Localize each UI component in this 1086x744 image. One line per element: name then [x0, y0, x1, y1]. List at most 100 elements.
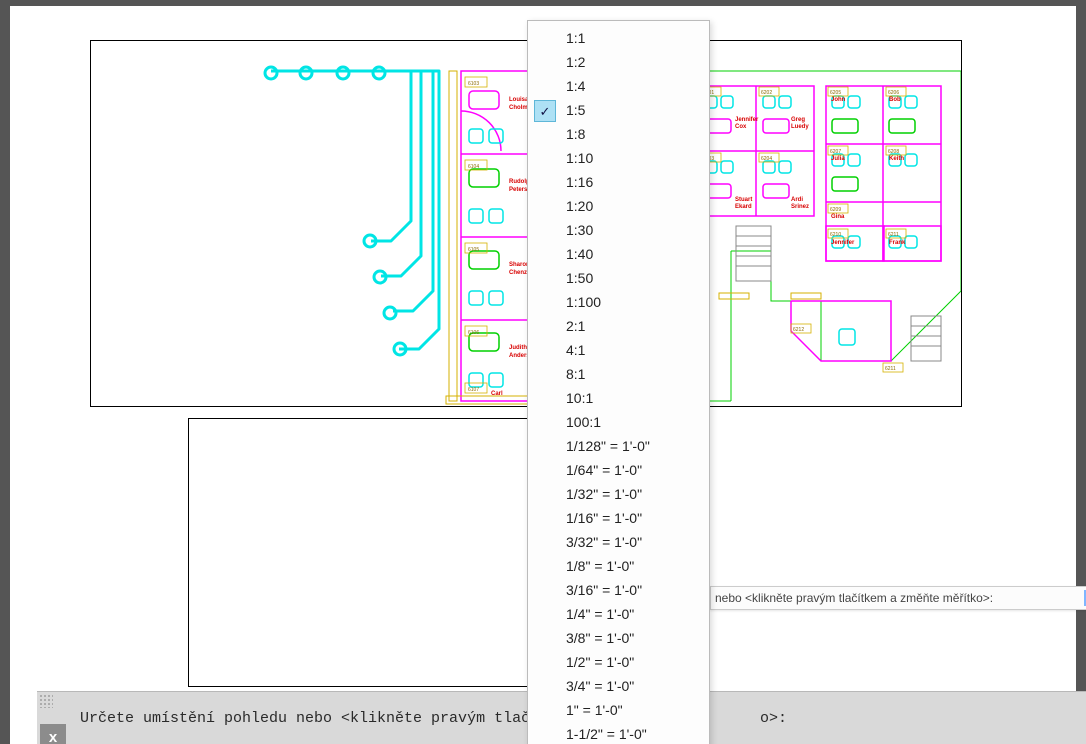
svg-text:6106: 6106	[468, 330, 479, 336]
scale-option-label: 1-1/2" = 1'-0"	[566, 726, 647, 742]
svg-text:6211: 6211	[885, 366, 896, 372]
scale-option-label: 1:30	[566, 222, 593, 238]
svg-text:Keith: Keith	[889, 156, 904, 162]
scale-option-label: 1" = 1'-0"	[566, 702, 623, 718]
scale-option[interactable]: ✓ 1:5	[528, 98, 709, 122]
svg-text:Ekard: Ekard	[735, 204, 752, 210]
dynamic-prompt-tooltip: nebo <klikněte pravým tlačítkem a změňte…	[710, 586, 1086, 610]
scale-option[interactable]: 1-1/2" = 1'-0"	[528, 722, 709, 744]
svg-text:Jennifer: Jennifer	[831, 240, 855, 246]
scale-option-label: 4:1	[566, 342, 585, 358]
scale-option-label: 8:1	[566, 366, 585, 382]
command-close-button[interactable]: x	[40, 724, 66, 744]
scale-option-label: 1/64" = 1'-0"	[566, 462, 642, 478]
scale-option[interactable]: 1/2" = 1'-0"	[528, 650, 709, 674]
grip-icon	[39, 694, 53, 708]
scale-option-label: 3/32" = 1'-0"	[566, 534, 642, 550]
scale-option[interactable]: 1:4	[528, 74, 709, 98]
svg-text:Luedy: Luedy	[791, 124, 809, 130]
scale-option-label: 1/16" = 1'-0"	[566, 510, 642, 526]
scale-option[interactable]: 1:2	[528, 50, 709, 74]
svg-text:6204: 6204	[761, 156, 772, 162]
scale-option[interactable]: 1/128" = 1'-0"	[528, 434, 709, 458]
scale-option[interactable]: 3/32" = 1'-0"	[528, 530, 709, 554]
svg-text:Srinez: Srinez	[791, 204, 809, 210]
scale-option-label: 1:16	[566, 174, 593, 190]
scale-option-label: 1:20	[566, 198, 593, 214]
svg-text:6202: 6202	[761, 90, 772, 96]
scale-option[interactable]: 3/16" = 1'-0"	[528, 578, 709, 602]
floorplan-sheet-1: 6103 LouisaCholms 6104 RudolphPeterson 6…	[91, 41, 961, 406]
scale-option[interactable]: 3/4" = 1'-0"	[528, 674, 709, 698]
svg-text:Ardi: Ardi	[791, 197, 803, 203]
svg-text:Frank: Frank	[889, 240, 906, 246]
scale-option-label: 1:100	[566, 294, 601, 310]
svg-text:6206: 6206	[888, 90, 899, 96]
scale-option-label: 100:1	[566, 414, 601, 430]
scale-option[interactable]: 1:100	[528, 290, 709, 314]
close-icon: x	[49, 729, 57, 744]
scale-option[interactable]: 100:1	[528, 410, 709, 434]
scale-option[interactable]: 1/32" = 1'-0"	[528, 482, 709, 506]
scale-option-label: 1:10	[566, 150, 593, 166]
scale-option[interactable]: 1:30	[528, 218, 709, 242]
scale-option[interactable]: 1/8" = 1'-0"	[528, 554, 709, 578]
scale-option[interactable]: 1" = 1'-0"	[528, 698, 709, 722]
scale-option[interactable]: 1:8	[528, 122, 709, 146]
scale-option-label: 3/16" = 1'-0"	[566, 582, 642, 598]
scale-option-label: 1:8	[566, 126, 585, 142]
scale-option-label: 1/4" = 1'-0"	[566, 606, 634, 622]
tooltip-text: nebo <klikněte pravým tlačítkem a změňte…	[715, 591, 993, 605]
scale-option[interactable]: 1:50	[528, 266, 709, 290]
svg-text:6207: 6207	[830, 149, 841, 155]
scale-option[interactable]: 1:1	[528, 26, 709, 50]
svg-text:Stuart: Stuart	[735, 197, 752, 203]
scale-option[interactable]: 1:40	[528, 242, 709, 266]
scale-option-label: 1:1	[566, 30, 585, 46]
scale-option[interactable]: 1/64" = 1'-0"	[528, 458, 709, 482]
svg-text:John: John	[831, 97, 846, 103]
check-icon: ✓	[534, 100, 556, 122]
scale-dropdown[interactable]: 1:1 1:2 1:4 ✓ 1:5 1:8 1:10 1:16 1:20 1:30 1:40 1:50…	[527, 20, 710, 744]
scale-option-label: 1/2" = 1'-0"	[566, 654, 634, 670]
svg-text:Judith: Judith	[509, 345, 527, 351]
svg-text:6212: 6212	[793, 327, 804, 333]
scale-option[interactable]: 1:20	[528, 194, 709, 218]
svg-text:6210: 6210	[830, 232, 841, 238]
scale-option[interactable]: 2:1	[528, 314, 709, 338]
scale-option-label: 1:2	[566, 54, 585, 70]
scale-option[interactable]: 1/16" = 1'-0"	[528, 506, 709, 530]
svg-text:6105: 6105	[468, 247, 479, 253]
scale-option-label: 1:4	[566, 78, 585, 94]
scale-option[interactable]: 8:1	[528, 362, 709, 386]
scale-option-label: 2:1	[566, 318, 585, 334]
svg-text:Bob: Bob	[889, 97, 901, 103]
svg-text:Cox: Cox	[735, 124, 747, 130]
svg-text:6104: 6104	[468, 164, 479, 170]
scale-option[interactable]: 3/8" = 1'-0"	[528, 626, 709, 650]
command-prompt-right: o>:	[760, 710, 787, 727]
svg-text:6205: 6205	[830, 90, 841, 96]
scale-option-label: 1:50	[566, 270, 593, 286]
scale-option-label: 1/128" = 1'-0"	[566, 438, 650, 454]
svg-text:Louisa: Louisa	[509, 97, 529, 103]
scale-option[interactable]: 1/4" = 1'-0"	[528, 602, 709, 626]
layout-sheet-1: 6103 LouisaCholms 6104 RudolphPeterson 6…	[90, 40, 962, 407]
svg-text:Gina: Gina	[831, 214, 845, 220]
scale-option-label: 3/4" = 1'-0"	[566, 678, 634, 694]
scale-option-label: 10:1	[566, 390, 593, 406]
command-prompt-left: Určete umístění pohledu nebo <klikněte p…	[80, 710, 530, 727]
scale-option-label: 3/8" = 1'-0"	[566, 630, 634, 646]
svg-text:6209: 6209	[830, 207, 841, 213]
scale-option-label: 1/32" = 1'-0"	[566, 486, 642, 502]
scale-option[interactable]: 1:10	[528, 146, 709, 170]
svg-text:6208: 6208	[888, 149, 899, 155]
svg-text:6211: 6211	[888, 232, 899, 238]
scale-option-label: 1:40	[566, 246, 593, 262]
scale-option[interactable]: 10:1	[528, 386, 709, 410]
scale-option-label: 1:5	[566, 102, 585, 118]
scale-option[interactable]: 1:16	[528, 170, 709, 194]
scale-option[interactable]: 4:1	[528, 338, 709, 362]
scale-option-label: 1/8" = 1'-0"	[566, 558, 634, 574]
command-prompt: Určete umístění pohledu nebo <klikněte p…	[80, 710, 530, 727]
